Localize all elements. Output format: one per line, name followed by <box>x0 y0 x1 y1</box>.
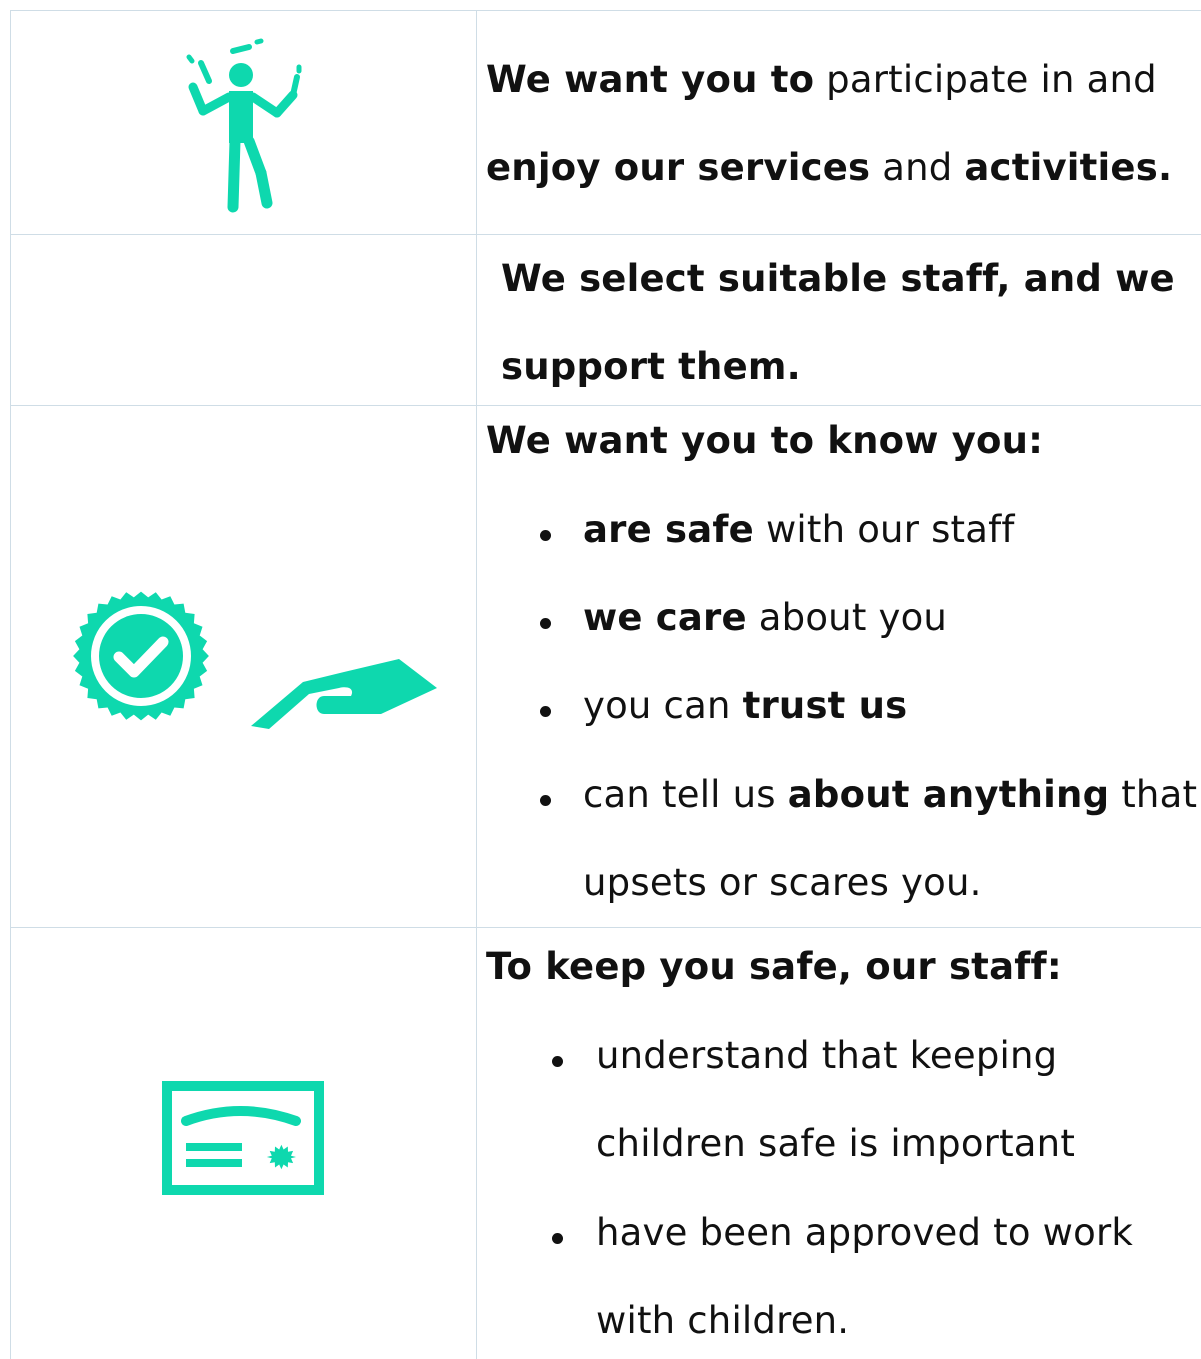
juggler-icon <box>186 38 302 213</box>
bold-text: are safe <box>583 508 754 551</box>
plain-text: you can <box>583 684 743 727</box>
text-line: We select suitable staff, and we <box>501 257 1175 300</box>
plain-text: with our staff <box>753 508 1015 551</box>
bullet-dot <box>540 530 551 541</box>
icon-cell <box>10 406 477 927</box>
list-item-continuation: with children. <box>596 1299 850 1342</box>
icon-cell <box>10 235 477 405</box>
list-item: are safe with our staff <box>583 508 1015 552</box>
certificate-icon <box>162 1081 324 1195</box>
bold-text: enjoy our services <box>486 146 871 189</box>
table-row: We want you to know you: are safe with o… <box>10 405 1201 927</box>
bullet-dot <box>552 1056 563 1067</box>
table-row: To keep you safe, our staff: understand … <box>10 927 1201 1359</box>
text-line: support them. <box>501 345 801 388</box>
list-item: we care about you <box>583 596 947 640</box>
text-cell: We select suitable staff, and we support… <box>476 235 1201 405</box>
bullet-dot <box>540 795 551 806</box>
icon-cell <box>10 928 477 1359</box>
bullet-dot <box>540 618 551 629</box>
list-item: can tell us about anything that <box>583 773 1197 817</box>
table-row: We want you to participate in and enjoy … <box>10 10 1201 234</box>
plain-text: that <box>1109 773 1198 816</box>
text-cell: To keep you safe, our staff: understand … <box>476 928 1201 1358</box>
text-line: enjoy our services and activities. <box>486 146 1172 190</box>
list-item: have been approved to work <box>596 1211 1134 1254</box>
bold-text: we care <box>583 596 747 639</box>
text-cell: We want you to know you: are safe with o… <box>476 406 1201 927</box>
plain-text: and <box>870 146 965 189</box>
list-item-continuation: upsets or scares you. <box>583 861 982 904</box>
text-cell: We want you to participate in and enjoy … <box>476 11 1201 234</box>
list-item: you can trust us <box>583 684 907 728</box>
bold-text: about anything <box>787 773 1110 816</box>
bullet-dot <box>540 706 551 717</box>
plain-text: can tell us <box>583 773 788 816</box>
table-row: We select suitable staff, and we support… <box>10 234 1201 405</box>
list-heading: We want you to know you: <box>486 419 1044 462</box>
bold-text: We want you to <box>486 58 815 101</box>
icon-cell <box>10 11 477 234</box>
list-item-continuation: children safe is important <box>596 1122 1076 1165</box>
content-table: We want you to participate in and enjoy … <box>10 10 1201 1359</box>
bold-text: activities. <box>964 146 1173 189</box>
badge-hand-icon <box>73 591 437 729</box>
plain-text: participate in and <box>814 58 1157 101</box>
plain-text: about you <box>746 596 948 639</box>
text-line: We want you to participate in and <box>486 58 1157 102</box>
bold-text: trust us <box>742 684 908 727</box>
list-item: understand that keeping <box>596 1034 1058 1077</box>
list-heading: To keep you safe, our staff: <box>486 945 1062 988</box>
bullet-dot <box>552 1233 563 1244</box>
